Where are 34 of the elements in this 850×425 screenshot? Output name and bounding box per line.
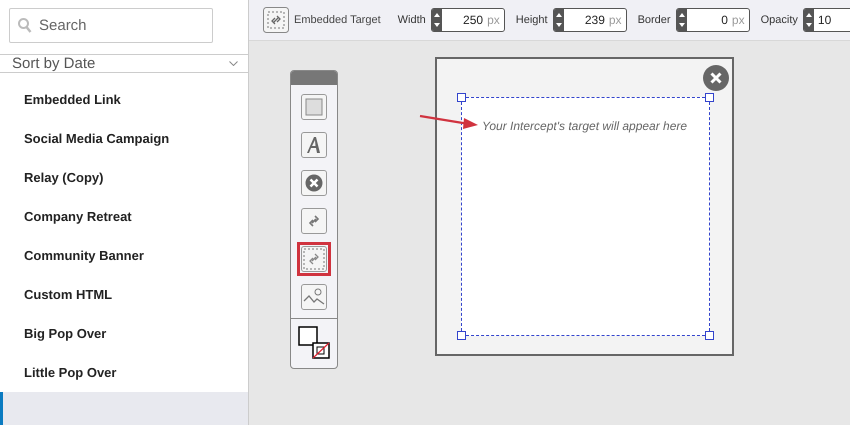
stepper-icon: [676, 9, 687, 31]
image-icon: [303, 287, 325, 307]
number-field[interactable]: 10: [802, 8, 850, 32]
resize-handle[interactable]: [457, 93, 466, 102]
resize-handle[interactable]: [705, 331, 714, 340]
field-label: Height: [516, 14, 548, 26]
tool-button[interactable]: [297, 242, 331, 276]
stepper-icon: [554, 9, 564, 31]
close-icon: [305, 174, 323, 192]
palette-handle[interactable]: [291, 71, 337, 85]
dashed-link-icon: [303, 248, 325, 270]
letter-icon: [305, 136, 323, 154]
stepper-icon: [804, 9, 814, 31]
field-label: Border: [638, 14, 671, 26]
color-swatch-icon: [298, 326, 330, 359]
number-field[interactable]: 250 px: [430, 8, 505, 32]
target-placeholder-text: Your Intercept's target will appear here: [482, 119, 688, 133]
number-field[interactable]: 239 px: [552, 8, 627, 32]
field-label: Width: [398, 14, 426, 26]
link-icon: [306, 213, 322, 229]
square-icon: [305, 98, 323, 116]
search-field[interactable]: Search: [9, 8, 213, 43]
number-field[interactable]: 0 px: [676, 8, 750, 32]
arrow-icon: [419, 114, 479, 130]
element-type-label: Embedded Target: [294, 14, 381, 26]
resize-handle[interactable]: [457, 331, 466, 340]
sort-dropdown[interactable]: Sort by Date: [0, 55, 248, 73]
stepper-icon: [432, 9, 442, 31]
search-icon: [18, 18, 32, 33]
resize-handle[interactable]: [705, 93, 714, 102]
field-label: Opacity: [760, 14, 798, 26]
chevron-icon: [229, 61, 238, 66]
dashed-link-icon: [263, 7, 289, 33]
close-icon[interactable]: [703, 65, 729, 91]
